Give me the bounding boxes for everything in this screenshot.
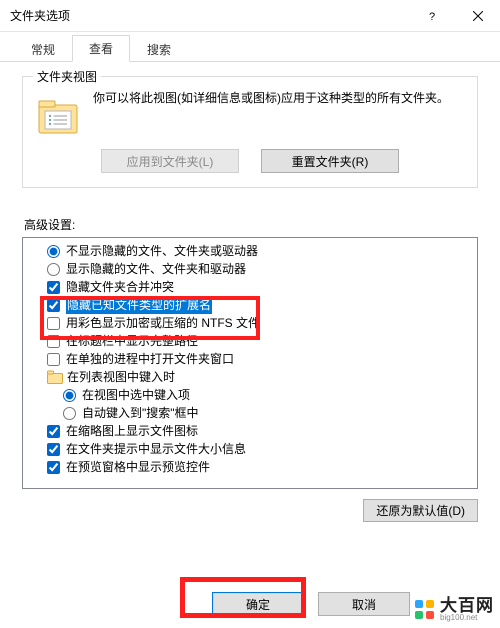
settings-row[interactable]: 隐藏文件夹合并冲突 [47, 278, 477, 296]
checkbox-input[interactable] [47, 281, 60, 294]
close-button[interactable] [455, 0, 500, 32]
dialog-footer: 确定 取消 [0, 580, 500, 628]
settings-item-label: 用彩色显示加密或压缩的 NTFS 文件 [66, 314, 260, 332]
settings-row[interactable]: 自动键入到"搜索"框中 [47, 404, 477, 422]
settings-item-label: 在视图中选中键入项 [82, 386, 190, 404]
settings-row[interactable]: 在单独的进程中打开文件夹窗口 [47, 350, 477, 368]
window-title: 文件夹选项 [10, 7, 70, 24]
folder-views-description: 你可以将此视图(如详细信息或图标)应用于这种类型的所有文件夹。 [93, 89, 449, 108]
settings-item-label: 在列表视图中键入时 [67, 368, 175, 386]
settings-item-label: 显示隐藏的文件、文件夹和驱动器 [66, 260, 246, 278]
settings-row[interactable]: 用彩色显示加密或压缩的 NTFS 文件 [47, 314, 477, 332]
settings-row[interactable]: 在视图中选中键入项 [47, 386, 477, 404]
settings-item-label: 在标题栏中显示完整路径 [66, 332, 198, 350]
cancel-button[interactable]: 取消 [318, 592, 410, 616]
settings-row[interactable]: 在文件夹提示中显示文件大小信息 [47, 440, 477, 458]
folder-views-title: 文件夹视图 [33, 68, 101, 85]
settings-row[interactable]: 在预览窗格中显示预览控件 [47, 458, 477, 476]
checkbox-input[interactable] [47, 335, 60, 348]
settings-item-label: 隐藏已知文件类型的扩展名 [66, 296, 212, 314]
apply-to-folders-button: 应用到文件夹(L) [101, 149, 239, 173]
radio-input[interactable] [63, 407, 76, 420]
checkbox-input[interactable] [47, 425, 60, 438]
radio-input[interactable] [63, 389, 76, 402]
checkbox-input[interactable] [47, 461, 60, 474]
settings-item-label: 不显示隐藏的文件、文件夹或驱动器 [66, 242, 258, 260]
settings-row[interactable]: 在标题栏中显示完整路径 [47, 332, 477, 350]
tab-view[interactable]: 查看 [72, 35, 130, 62]
settings-item-label: 在预览窗格中显示预览控件 [66, 458, 210, 476]
settings-item-label: 在缩略图上显示文件图标 [66, 422, 198, 440]
checkbox-input[interactable] [47, 443, 60, 456]
settings-item-label: 在单独的进程中打开文件夹窗口 [66, 350, 234, 368]
settings-row[interactable]: 隐藏已知文件类型的扩展名 [47, 296, 477, 314]
radio-input[interactable] [47, 263, 60, 276]
settings-item-label: 自动键入到"搜索"框中 [82, 404, 199, 422]
advanced-settings-label: 高级设置: [24, 216, 478, 233]
tab-general[interactable]: 常规 [14, 36, 72, 62]
titlebar: 文件夹选项 ? [0, 0, 500, 32]
settings-row[interactable]: 不显示隐藏的文件、文件夹或驱动器 [47, 242, 477, 260]
settings-item-label: 在文件夹提示中显示文件大小信息 [66, 440, 246, 458]
ok-button[interactable]: 确定 [212, 592, 304, 616]
close-icon [473, 11, 483, 21]
folder-views-group: 文件夹视图 你可以将此视图(如详细信息或图标)应用于这种类型的所有文件夹。 应用… [22, 76, 478, 188]
checkbox-input[interactable] [47, 299, 60, 312]
reset-folders-button[interactable]: 重置文件夹(R) [261, 149, 399, 173]
tab-strip: 常规 查看 搜索 [0, 36, 500, 62]
settings-row[interactable]: 在缩略图上显示文件图标 [47, 422, 477, 440]
folder-icon [37, 95, 79, 137]
help-button[interactable]: ? [410, 0, 455, 32]
advanced-settings-list[interactable]: 不显示隐藏的文件、文件夹或驱动器显示隐藏的文件、文件夹和驱动器隐藏文件夹合并冲突… [22, 237, 478, 489]
restore-defaults-button[interactable]: 还原为默认值(D) [363, 499, 478, 522]
svg-text:?: ? [429, 11, 435, 22]
settings-row[interactable]: 显示隐藏的文件、文件夹和驱动器 [47, 260, 477, 278]
radio-input[interactable] [47, 245, 60, 258]
settings-row[interactable]: 在列表视图中键入时 [47, 368, 477, 386]
settings-item-label: 隐藏文件夹合并冲突 [66, 278, 174, 296]
tab-search[interactable]: 搜索 [130, 36, 188, 62]
checkbox-input[interactable] [47, 353, 60, 366]
help-icon: ? [427, 10, 439, 22]
checkbox-input[interactable] [47, 317, 60, 330]
